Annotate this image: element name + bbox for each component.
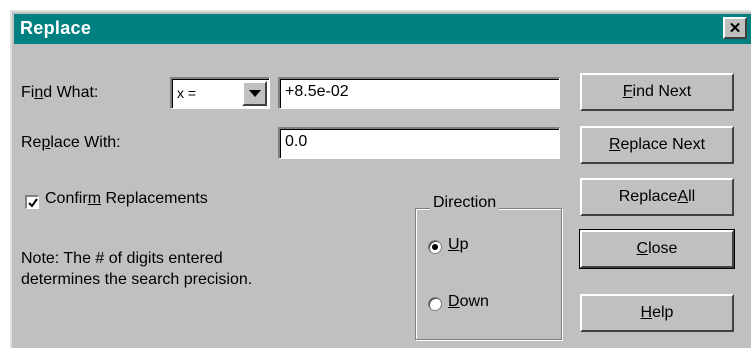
replace-with-value: 0.0 [285,133,308,150]
direction-down-label[interactable]: Down [448,293,489,311]
operator-dropdown-button[interactable] [242,81,267,106]
close-button[interactable]: Close [579,229,735,269]
find-what-input[interactable]: +8.5e-02 [278,77,560,109]
find-operator-select[interactable]: x = [170,77,270,109]
close-icon: ✕ [728,19,742,37]
checkmark-icon [27,197,38,208]
close-window-button[interactable]: ✕ [723,17,747,39]
note-line-1: Note: The # of digits entered [21,250,223,267]
replace-with-label: Replace With: [21,134,121,151]
find-what-label: Find What: [21,84,99,101]
find-operator-value: x = [177,85,197,101]
replace-next-button[interactable]: Replace Next [580,126,734,164]
confirm-replacements-label[interactable]: Confirm Replacements [45,190,208,208]
chevron-down-icon [248,90,261,97]
replace-dialog: Replace ✕ Find What: x = +8.5e-02 Replac… [10,10,751,348]
find-what-value: +8.5e-02 [285,83,349,100]
replace-with-input[interactable]: 0.0 [278,127,560,159]
dialog-title: Replace [20,18,92,38]
find-next-button[interactable]: Find Next [580,73,734,111]
direction-group [415,208,562,340]
help-button[interactable]: Help [580,294,734,332]
direction-up-radio[interactable] [428,240,442,254]
title-bar[interactable]: Replace ✕ [14,14,751,44]
direction-up-label[interactable]: Up [448,236,468,254]
direction-group-label: Direction [430,194,500,212]
replace-all-button[interactable]: Replace All [580,178,734,216]
radio-selected-dot [432,244,438,250]
direction-down-radio[interactable] [428,297,442,311]
note-line-2: determines the search precision. [21,271,253,288]
confirm-replacements-checkbox[interactable] [25,195,39,209]
